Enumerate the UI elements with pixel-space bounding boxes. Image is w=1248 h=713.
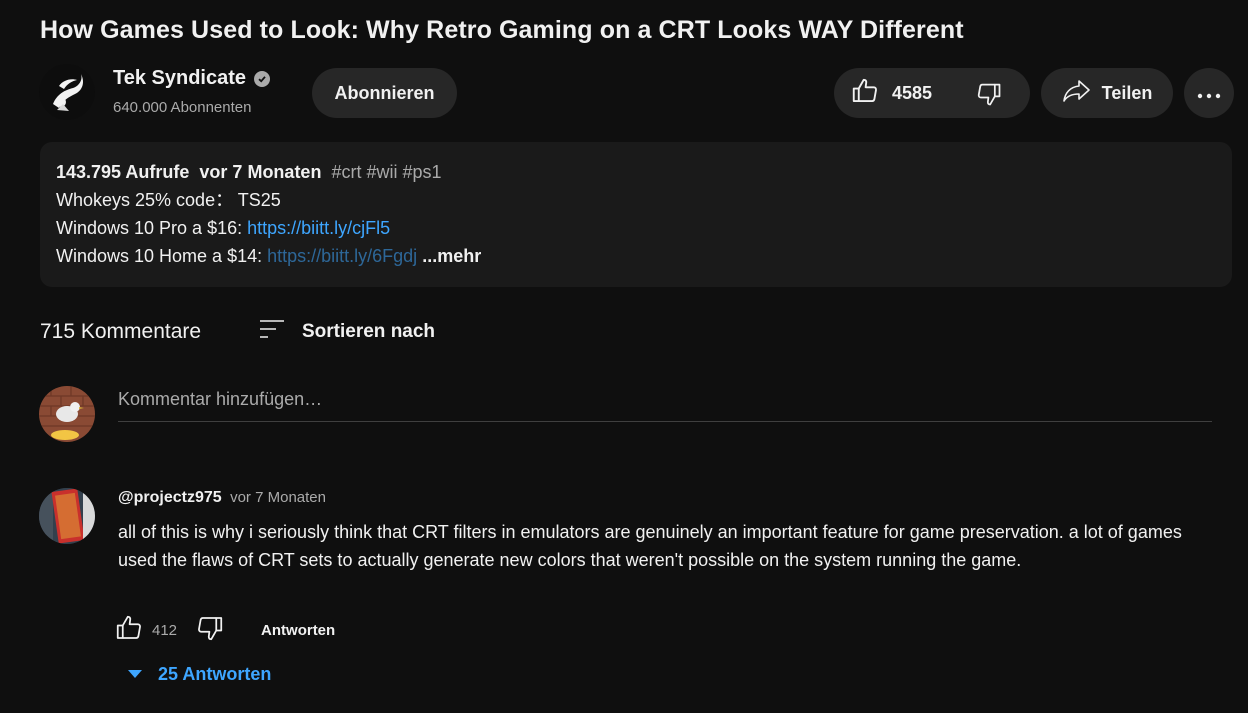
comment-like-count: 412	[152, 621, 178, 639]
subscriber-count: 640.000 Abonnenten	[113, 99, 252, 116]
like-button[interactable]: 4585	[850, 68, 932, 118]
more-actions-button[interactable]	[1184, 68, 1234, 118]
hashtags[interactable]: #crt #wii #ps1	[331, 162, 441, 182]
like-count: 4585	[892, 82, 933, 103]
description-line-1: Whokeys 25% code： TS25	[56, 190, 281, 210]
like-dislike-bar: 4585	[834, 68, 1030, 118]
comment-author[interactable]: @projectz975	[118, 489, 222, 506]
comment-like-button[interactable]	[114, 613, 144, 648]
subscribe-button[interactable]: Abonnieren	[312, 68, 457, 118]
channel-name-text[interactable]: Tek Syndicate	[113, 67, 246, 90]
share-label: Teilen	[1101, 82, 1153, 103]
description-line-2: Windows 10 Pro a $16: https://biitt.ly/c…	[56, 214, 1216, 242]
comment-header: @projectz975 vor 7 Monaten	[118, 489, 326, 507]
comments-count: 715 Kommentare	[40, 320, 202, 343]
comment-text: all of this is why i seriously think tha…	[118, 522, 1182, 570]
commenter-avatar[interactable]	[39, 488, 95, 544]
share-arrow-icon	[1062, 78, 1092, 109]
description-line-3: Windows 10 Home a $14: https://biitt.ly/…	[56, 242, 1216, 270]
comment-time[interactable]: vor 7 Monaten	[230, 489, 326, 506]
dislike-button[interactable]	[975, 80, 1003, 113]
add-comment-input[interactable]: Kommentar hinzufügen…	[118, 388, 1212, 422]
show-replies-button[interactable]: 25 Antworten	[126, 664, 271, 685]
reply-button[interactable]: Antworten	[261, 622, 335, 639]
sort-icon	[258, 318, 286, 346]
upload-age: vor 7 Monaten	[199, 162, 322, 182]
share-button[interactable]: Teilen	[1041, 68, 1173, 118]
description-line-2-text: Windows 10 Pro a $16:	[56, 218, 248, 238]
sort-button[interactable]: Sortieren nach	[258, 318, 435, 346]
sort-label: Sortieren nach	[302, 321, 436, 342]
description-box[interactable]: 143.795 Aufrufe vor 7 Monaten #crt #wii …	[40, 142, 1232, 287]
channel-avatar[interactable]	[39, 64, 95, 120]
description-meta: 143.795 Aufrufe vor 7 Monaten #crt #wii …	[56, 158, 1216, 186]
channel-name[interactable]: Tek Syndicate	[113, 67, 271, 90]
description-line-3-text: Windows 10 Home a $14:	[56, 246, 268, 266]
description-link-1[interactable]: https://biitt.ly/cjFl5	[247, 218, 390, 238]
video-title: How Games Used to Look: Why Retro Gaming…	[40, 16, 964, 44]
thumbs-up-icon	[850, 76, 880, 111]
thumbs-up-icon	[116, 615, 141, 639]
comment-actions: 412 Antworten	[114, 614, 335, 646]
user-avatar[interactable]	[39, 386, 95, 442]
caret-down-icon	[126, 664, 144, 685]
thumbs-down-icon	[975, 83, 1003, 112]
thumbs-down-icon	[198, 616, 223, 640]
show-more-link[interactable]: ...mehr	[422, 246, 481, 266]
replies-label: 25 Antworten	[158, 664, 272, 684]
comment-dislike-button[interactable]	[195, 613, 225, 648]
description-link-2[interactable]: https://biitt.ly/6Fgdj	[267, 246, 417, 266]
more-dots-icon	[1197, 83, 1221, 104]
view-count: 143.795 Aufrufe	[56, 162, 190, 182]
verified-icon	[254, 70, 271, 87]
